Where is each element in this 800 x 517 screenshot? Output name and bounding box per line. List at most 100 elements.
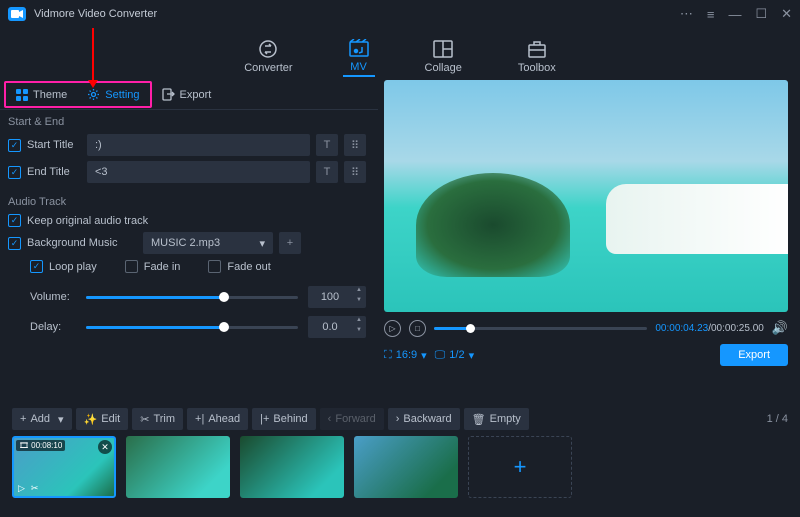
text-style-button[interactable]: T [316,134,338,156]
chevron-down-icon: ▾ [58,413,64,426]
edit-button[interactable]: ✨Edit [76,408,129,430]
tab-converter[interactable]: Converter [238,37,298,76]
maximize-icon[interactable]: ☐ [755,6,767,22]
spinner-up-icon[interactable]: ▲ [352,317,366,327]
app-icon [8,7,26,21]
checkbox-loop[interactable]: ✓ [30,260,43,273]
gear-icon [87,88,100,101]
thumbnail-strip: 🎞00:08:10 ✕ ▷ ✂ + [0,436,800,510]
delay-spinner[interactable]: 0.0 ▲▼ [308,316,366,338]
clip-thumbnail[interactable]: 🎞00:08:10 ✕ ▷ ✂ [12,436,116,498]
menu-icon[interactable]: ≡ [707,7,715,22]
theme-icon [16,89,28,101]
volume-label: Volume: [30,291,76,303]
progress-bar[interactable] [434,327,647,330]
backward-button[interactable]: ›Backward [388,408,460,430]
end-title-input[interactable] [87,161,310,183]
spinner-down-icon[interactable]: ▼ [352,327,366,337]
volume-slider[interactable] [86,296,298,299]
clip-thumbnail[interactable] [354,436,458,498]
preview-panel: ▷ □ 00:00:04.23/00:00:25.00 🔊 ⛶ 16:9 ▾ 🖵… [378,80,800,402]
checkbox-keep-original[interactable]: ✓ [8,214,21,227]
annotation-arrow [92,28,94,82]
text-style-button[interactable]: T [316,161,338,183]
clip-thumbnail[interactable] [240,436,344,498]
tab-toolbox[interactable]: Toolbox [512,37,562,76]
delay-label: Delay: [30,321,76,333]
chevron-right-icon: › [396,413,400,425]
info-icon[interactable]: ✂ [31,483,39,494]
checkbox-bg-music[interactable]: ✓ [8,237,21,250]
trim-button[interactable]: ✂Trim [132,408,183,430]
trash-icon: 🗑 [472,413,486,426]
audio-track-heading: Audio Track [8,196,366,208]
close-icon[interactable]: ✕ [781,6,792,22]
sub-tab-export[interactable]: Export [152,83,222,106]
plus-icon: + [20,413,26,425]
chevron-left-icon: ‹ [328,413,332,425]
export-button[interactable]: Export [720,344,788,366]
sub-tab-theme[interactable]: Theme [6,83,77,106]
end-title-label: End Title [27,166,81,178]
tab-mv[interactable]: MV [343,36,375,77]
grid-button[interactable]: ⠿ [344,134,366,156]
ahead-button[interactable]: +|Ahead [187,408,248,430]
chevron-down-icon: ▾ [259,237,265,250]
play-icon[interactable]: ▷ [18,483,25,494]
empty-button[interactable]: 🗑Empty [464,408,529,430]
checkbox-fade-in[interactable]: ✓ [125,260,138,273]
grid-button[interactable]: ⠿ [344,161,366,183]
page-info: 1 / 4 [767,413,788,425]
feedback-icon[interactable]: ⋯ [680,6,693,22]
checkbox-start-title[interactable]: ✓ [8,139,21,152]
forward-button[interactable]: ‹Forward [320,408,384,430]
delay-slider[interactable] [86,326,298,329]
remove-clip-button[interactable]: ✕ [98,440,112,454]
bg-music-select[interactable]: MUSIC 2.mp3 ▾ [143,232,273,254]
checkbox-fade-out[interactable]: ✓ [208,260,221,273]
film-icon: 🎞 [19,441,29,450]
skip-start-icon: +| [195,413,204,425]
spinner-down-icon[interactable]: ▼ [352,297,366,307]
sub-tabs: Theme Setting Export [0,80,378,110]
volume-icon[interactable]: 🔊 [772,320,788,336]
spinner-up-icon[interactable]: ▲ [352,287,366,297]
behind-button[interactable]: |+Behind [252,408,316,430]
start-title-label: Start Title [27,139,81,151]
start-title-input[interactable] [87,134,310,156]
crop-icon: ⛶ [384,349,392,362]
start-end-heading: Start & End [8,116,366,128]
volume-spinner[interactable]: 100 ▲▼ [308,286,366,308]
converter-icon [258,39,278,59]
display-scale-select[interactable]: 🖵 1/2 ▾ [435,349,474,362]
title-bar: Vidmore Video Converter ⋯ ≡ — ☐ ✕ [0,0,800,28]
app-title: Vidmore Video Converter [34,8,680,20]
keep-original-label: Keep original audio track [27,215,148,227]
add-button[interactable]: +Add▾ [12,408,72,430]
mv-icon [349,38,369,58]
clip-toolbar: +Add▾ ✨Edit ✂Trim +|Ahead |+Behind ‹Forw… [0,402,800,436]
chevron-down-icon: ▾ [421,349,427,362]
play-button[interactable]: ▷ [384,320,401,337]
time-total: 00:00:25.00 [711,323,764,334]
settings-panel: Theme Setting Export Start & End ✓ Start… [0,80,378,402]
skip-end-icon: |+ [260,413,269,425]
annotation-highlight: Theme Setting [4,81,152,108]
clip-thumbnail[interactable] [126,436,230,498]
aspect-ratio-select[interactable]: ⛶ 16:9 ▾ [384,349,427,362]
toolbox-icon [527,39,547,59]
time-current: 00:00:04.23 [655,323,708,334]
video-preview[interactable] [384,80,788,312]
minimize-icon[interactable]: — [728,7,741,22]
checkbox-end-title[interactable]: ✓ [8,166,21,179]
stop-button[interactable]: □ [409,320,426,337]
bg-music-label: Background Music [27,237,137,249]
scissors-icon: ✂ [140,413,149,426]
magic-icon: ✨ [84,413,98,426]
duration-badge: 🎞00:08:10 [16,440,65,451]
add-music-button[interactable]: + [279,232,301,254]
add-clip-button[interactable]: + [468,436,572,498]
tab-collage[interactable]: Collage [419,37,468,76]
collage-icon [433,39,453,59]
player-controls: ▷ □ 00:00:04.23/00:00:25.00 🔊 [384,318,788,338]
